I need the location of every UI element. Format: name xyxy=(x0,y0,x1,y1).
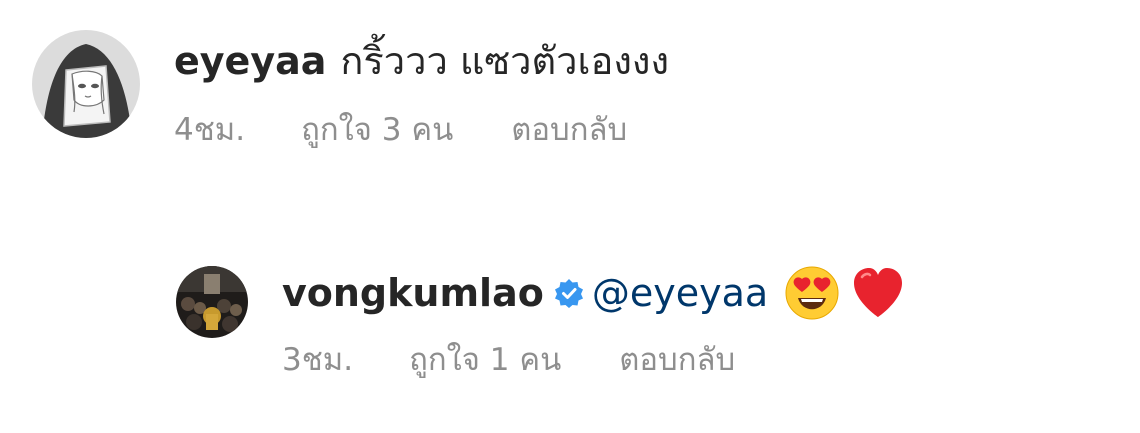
timestamp: 3ชม. xyxy=(282,342,354,378)
heart-eyes-emoji-icon xyxy=(784,265,840,321)
reply-meta: 3ชม. ถูกใจ 1 คน ตอบกลับ xyxy=(282,340,906,380)
reply-vongkumlao: vongkumlao @eyeyaa 3ชม. ถูกใจ 1 คน ตอบกล… xyxy=(176,262,906,380)
comment-body: eyeyaa กริ้ววว แซวตัวเองงง 4ชม. ถูกใจ 3 … xyxy=(174,30,669,150)
reply-button[interactable]: ตอบกลับ xyxy=(511,110,627,150)
username[interactable]: eyeyaa xyxy=(174,30,326,92)
red-heart-emoji-icon xyxy=(850,265,906,321)
likes-count[interactable]: ถูกใจ 3 คน xyxy=(301,110,453,150)
reply-body: vongkumlao @eyeyaa 3ชม. ถูกใจ 1 คน ตอบกล… xyxy=(282,262,906,380)
avatar[interactable] xyxy=(176,266,248,338)
mention-link[interactable]: @eyeyaa xyxy=(592,262,768,324)
comment-line: eyeyaa กริ้ววว แซวตัวเองงง xyxy=(174,30,669,92)
reply-line: vongkumlao @eyeyaa xyxy=(282,262,906,324)
username[interactable]: vongkumlao xyxy=(282,262,544,324)
avatar[interactable] xyxy=(32,30,140,138)
sketch-avatar-icon xyxy=(32,30,140,138)
likes-count[interactable]: ถูกใจ 1 คน xyxy=(409,340,561,380)
timestamp: 4ชม. xyxy=(174,112,246,148)
crowd-photo-avatar-icon xyxy=(176,266,248,338)
comment-text: กริ้ววว แซวตัวเองงง xyxy=(340,39,669,83)
comment-meta: 4ชม. ถูกใจ 3 คน ตอบกลับ xyxy=(174,110,669,150)
comment-eyeyaa: eyeyaa กริ้ววว แซวตัวเองงง 4ชม. ถูกใจ 3 … xyxy=(32,30,669,150)
reply-button[interactable]: ตอบกลับ xyxy=(619,340,735,380)
verified-badge-icon xyxy=(554,278,584,308)
